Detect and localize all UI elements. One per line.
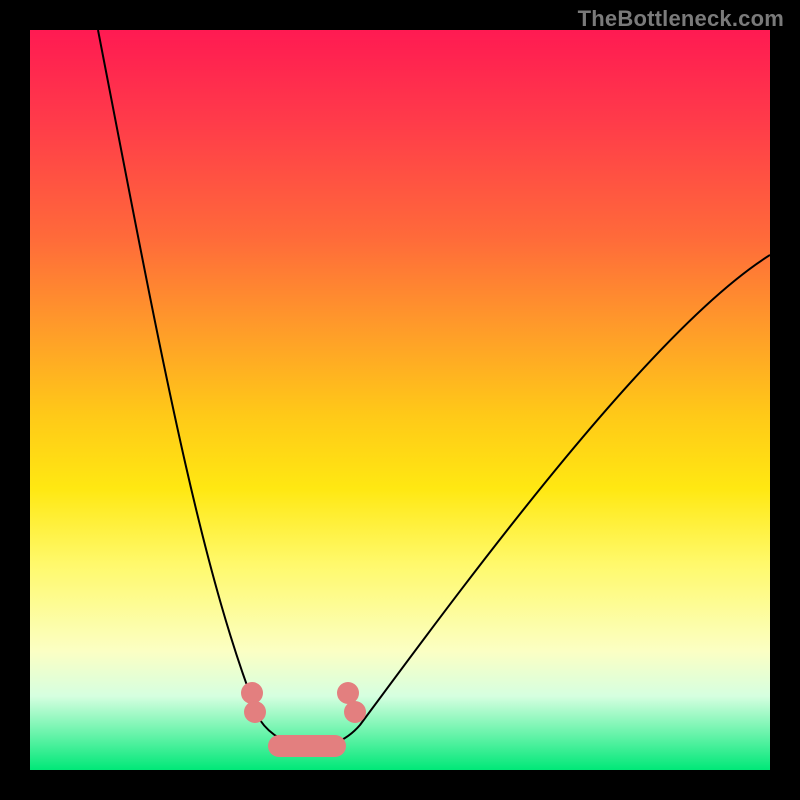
curve-marker [244, 701, 266, 723]
bottleneck-curve [98, 30, 770, 747]
chart-frame: TheBottleneck.com [0, 0, 800, 800]
curve-svg [30, 30, 770, 770]
watermark-text: TheBottleneck.com [578, 6, 784, 32]
plot-area [30, 30, 770, 770]
curve-marker [344, 701, 366, 723]
optimal-range-bar [268, 735, 346, 757]
